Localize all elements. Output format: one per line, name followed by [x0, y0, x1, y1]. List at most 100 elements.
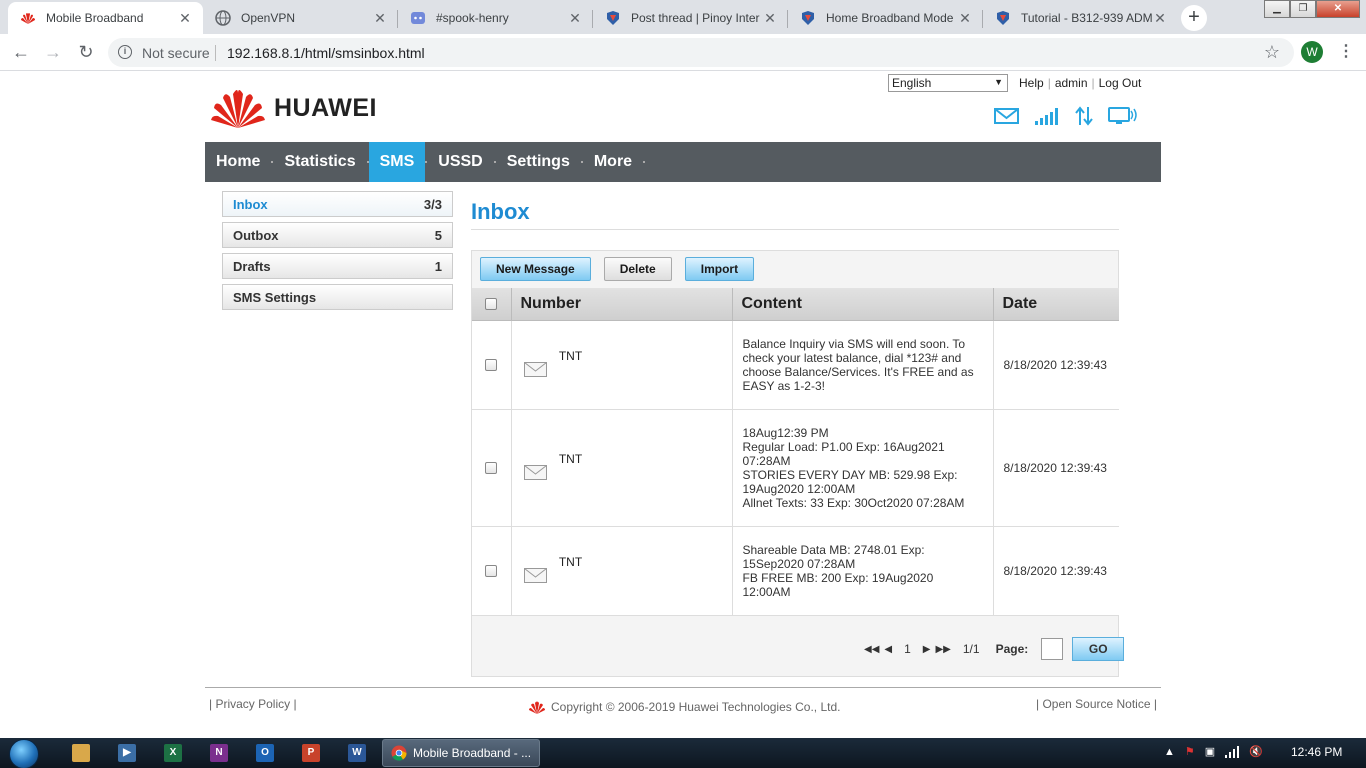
language-select[interactable]: English ▼ [888, 74, 1008, 92]
tab-home-broadband[interactable]: Home Broadband Mode ✕ [788, 2, 983, 34]
start-button[interactable] [9, 739, 39, 768]
sidebar-item-drafts[interactable]: Drafts 1 [222, 253, 453, 279]
tab-spook-henry[interactable]: #spook-henry ✕ [398, 2, 593, 34]
tab-tutorial[interactable]: Tutorial - B312-939 ADM ✕ [983, 2, 1178, 34]
onenote-icon[interactable]: N [210, 744, 228, 762]
table-row[interactable]: TNT Shareable Data MB: 2748.01 Exp: 15Se… [472, 526, 1119, 616]
taskbar-task-label: Mobile Broadband - ... [413, 746, 532, 760]
prev-page-icon[interactable]: ◀ [884, 644, 892, 655]
close-tab-icon[interactable]: ✕ [762, 10, 778, 27]
row-checkbox[interactable] [485, 564, 498, 577]
data-transfer-icon [1075, 106, 1093, 126]
action-buttons: New Message Delete Import [480, 257, 755, 281]
sidebar-item-inbox[interactable]: Inbox 3/3 [222, 191, 453, 217]
page-count: 1/1 [962, 642, 980, 656]
language-value: English [892, 76, 932, 90]
tab-post-thread[interactable]: Post thread | Pinoy Inter ✕ [593, 2, 788, 34]
table-row[interactable]: TNT Balance Inquiry via SMS will end soo… [472, 320, 1119, 410]
profile-avatar[interactable]: W [1301, 41, 1323, 63]
tray-expand-icon[interactable]: ▲ [1164, 746, 1175, 758]
header-top-links: English ▼ Help | admin | Log Out [888, 74, 1145, 92]
row-checkbox[interactable] [485, 461, 498, 474]
powerpoint-icon[interactable]: P [302, 744, 320, 762]
maximize-button[interactable]: ❐ [1290, 0, 1316, 18]
message-content: Shareable Data MB: 2748.01 Exp: 15Sep202… [732, 526, 994, 616]
taskbar-clock[interactable]: 12:46 PM [1291, 745, 1342, 759]
tab-title: Home Broadband Mode [826, 11, 954, 25]
nav-statistics[interactable]: Statistics [273, 142, 366, 182]
sidebar-item-count: 5 [434, 227, 442, 243]
message-number: TNT [558, 451, 583, 466]
delete-button[interactable]: Delete [603, 257, 672, 281]
close-tab-icon[interactable]: ✕ [1152, 10, 1168, 27]
media-player-icon[interactable]: ▶ [118, 744, 136, 762]
browser-menu-icon[interactable]: ⋮ [1338, 42, 1354, 62]
open-source-link[interactable]: Open Source Notice [1042, 697, 1150, 711]
forward-arrow-icon[interactable]: → [40, 40, 66, 66]
nav-ussd[interactable]: USSD [427, 142, 493, 182]
word-icon[interactable]: W [348, 744, 366, 762]
nav-settings[interactable]: Settings [496, 142, 581, 182]
reload-icon[interactable]: ↻ [73, 40, 99, 66]
inbox-panel: New Message Delete Import Number Content… [471, 250, 1125, 677]
back-arrow-icon[interactable]: ← [8, 40, 34, 66]
column-header-number[interactable]: Number [511, 288, 733, 321]
admin-link[interactable]: admin [1051, 76, 1092, 90]
close-tab-icon[interactable]: ✕ [372, 10, 388, 27]
nav-sms[interactable]: SMS [368, 142, 426, 182]
help-link[interactable]: Help [1015, 76, 1048, 90]
privacy-policy-link[interactable]: Privacy Policy [215, 697, 290, 711]
minimize-button[interactable]: ▁ [1264, 0, 1290, 18]
url-text[interactable]: 192.168.8.1/html/smsinbox.html [227, 45, 425, 61]
page-input[interactable] [1041, 638, 1064, 660]
tab-title: Tutorial - B312-939 ADM [1021, 11, 1152, 25]
taskbar-chrome-task[interactable]: Mobile Broadband - ... [382, 739, 540, 767]
outlook-icon[interactable]: O [256, 744, 274, 762]
row-checkbox[interactable] [485, 358, 498, 371]
nav-home[interactable]: Home [205, 142, 271, 182]
table-row[interactable]: TNT 18Aug12:39 PM Regular Load: P1.00 Ex… [472, 409, 1119, 527]
pinoy-favicon [605, 10, 621, 26]
footer-copyright: Copyright © 2006-2019 Huawei Technologie… [528, 700, 840, 714]
select-all-header [472, 288, 512, 321]
volume-muted-icon[interactable]: 🔇 [1249, 745, 1263, 758]
close-tab-icon[interactable]: ✕ [567, 10, 583, 27]
close-tab-icon[interactable]: ✕ [957, 10, 973, 27]
logout-link[interactable]: Log Out [1095, 76, 1146, 90]
messages-table: Number Content Date TNT Balance Inquiry … [472, 288, 1119, 616]
footer-divider [205, 687, 1161, 688]
nav-more[interactable]: More [583, 142, 643, 182]
envelope-icon[interactable] [994, 107, 1020, 125]
new-message-button[interactable]: New Message [480, 257, 591, 281]
new-tab-button[interactable]: + [1181, 5, 1207, 31]
huawei-flower-icon [211, 90, 265, 128]
flag-icon[interactable]: ⚑ [1185, 745, 1195, 758]
address-bar[interactable]: i Not secure 192.168.8.1/html/smsinbox.h… [108, 38, 1294, 67]
sidebar-item-sms-settings[interactable]: SMS Settings [222, 284, 453, 310]
sidebar-item-label: Inbox [233, 196, 268, 212]
envelope-icon [523, 362, 547, 377]
message-date: 8/18/2020 12:39:43 [993, 526, 1119, 616]
excel-icon[interactable]: X [164, 744, 182, 762]
first-page-icon[interactable]: ◀◀ [864, 644, 879, 655]
last-page-icon[interactable]: ▶▶ [935, 644, 950, 655]
star-icon[interactable]: ☆ [1264, 42, 1280, 63]
window-close-button[interactable]: ✕ [1316, 0, 1360, 18]
tab-mobile-broadband[interactable]: Mobile Broadband ✕ [8, 2, 203, 34]
usb-icon[interactable]: ▣ [1205, 745, 1215, 758]
tab-openvpn[interactable]: OpenVPN ✕ [203, 2, 398, 34]
network-signal-icon[interactable] [1225, 745, 1240, 758]
info-icon[interactable]: i [118, 45, 132, 59]
file-explorer-icon[interactable] [72, 744, 90, 762]
import-button[interactable]: Import [684, 257, 755, 281]
current-page[interactable]: 1 [904, 642, 911, 656]
sidebar-item-outbox[interactable]: Outbox 5 [222, 222, 453, 248]
select-all-checkbox[interactable] [485, 297, 498, 310]
sidebar-item-count: 3/3 [423, 196, 442, 212]
sidebar-item-label: Drafts [233, 258, 271, 274]
column-header-date[interactable]: Date [993, 288, 1119, 321]
go-button[interactable]: GO [1072, 637, 1125, 661]
next-page-icon[interactable]: ▶ [923, 644, 931, 655]
close-tab-icon[interactable]: ✕ [177, 10, 193, 27]
column-header-content[interactable]: Content [732, 288, 994, 321]
